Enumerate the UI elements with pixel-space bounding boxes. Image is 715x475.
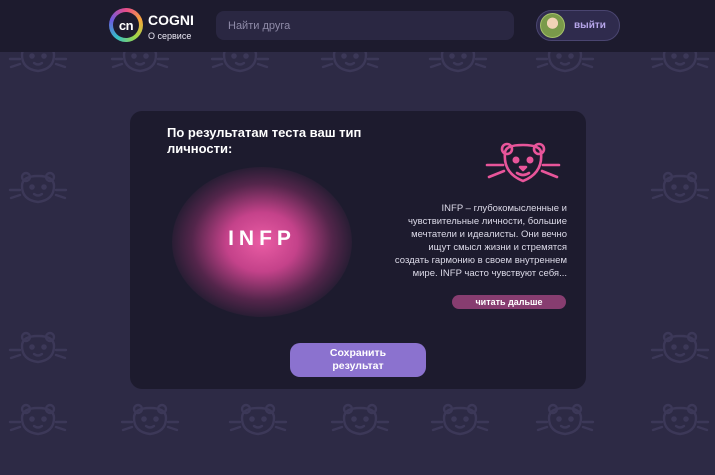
read-more-button[interactable]: читать дальше <box>452 295 566 309</box>
save-result-button[interactable]: Сохранить результат <box>290 343 426 377</box>
about-link[interactable]: О сервисе <box>148 31 191 41</box>
personality-type-code: INFP <box>228 227 296 250</box>
tiger-face-icon <box>485 142 561 183</box>
top-bar: cn COGNI О сервисе выйти <box>0 0 715 52</box>
search-input[interactable] <box>216 11 514 40</box>
avatar <box>540 13 565 38</box>
result-title: По результатам теста ваш тип личности: <box>167 125 362 156</box>
logout-label: выйти <box>574 20 606 31</box>
type-description: INFP – глубокомысленные и чувствительные… <box>394 203 567 279</box>
logout-button[interactable]: выйти <box>536 10 620 41</box>
cogni-logo-icon[interactable]: cn <box>109 8 143 42</box>
result-card: По результатам теста ваш тип личности: I… <box>130 111 586 389</box>
logo-text: cn <box>113 12 139 38</box>
brand-name: COGNI <box>148 12 194 28</box>
